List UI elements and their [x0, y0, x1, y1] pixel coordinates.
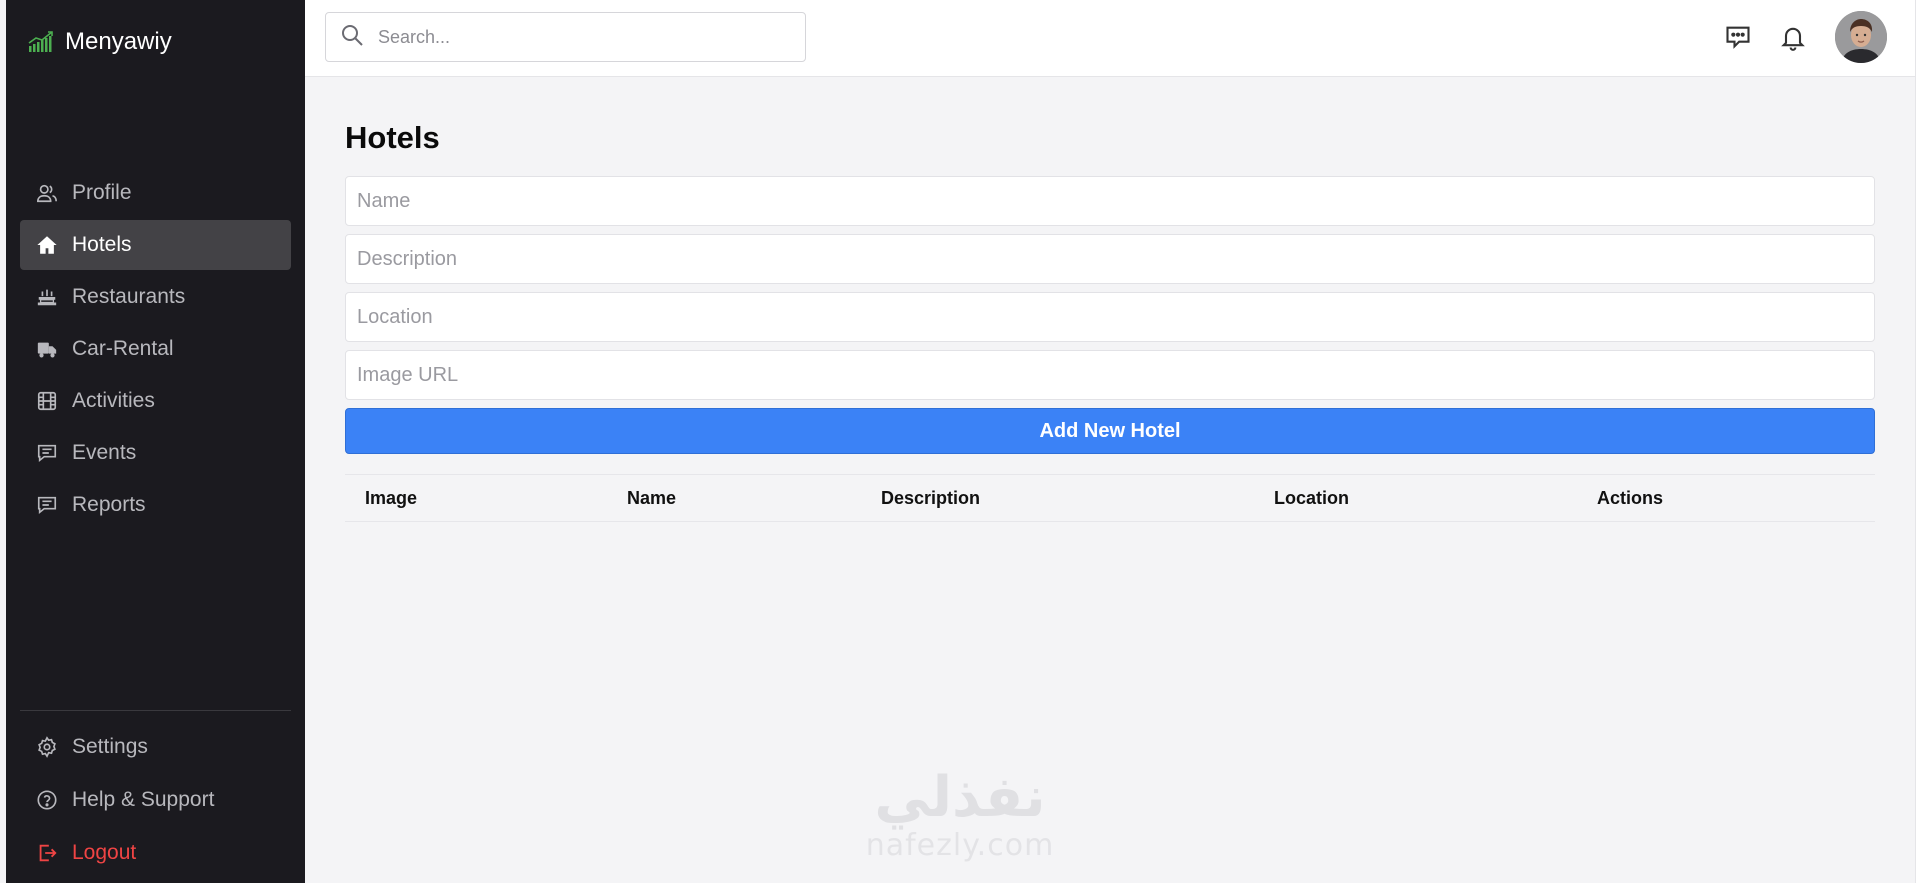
- sidebar-item-label: Profile: [72, 181, 132, 204]
- sidebar-item-restaurants[interactable]: Restaurants: [20, 272, 291, 322]
- restaurant-icon: [36, 286, 58, 308]
- sidebar-item-label: Restaurants: [72, 285, 186, 308]
- name-field[interactable]: [345, 176, 1875, 226]
- sidebar-item-activities[interactable]: Activities: [20, 376, 291, 426]
- sidebar-item-settings[interactable]: Settings: [20, 721, 291, 773]
- column-header-name[interactable]: Name: [627, 475, 676, 521]
- avatar[interactable]: [1835, 11, 1887, 63]
- column-header-description[interactable]: Description: [881, 475, 980, 521]
- image-url-input[interactable]: [357, 363, 1874, 387]
- add-new-hotel-button[interactable]: Add New Hotel: [345, 408, 1875, 454]
- location-input[interactable]: [357, 305, 1874, 329]
- sidebar-item-label: Activities: [72, 389, 155, 412]
- film-icon: [36, 390, 58, 412]
- bell-icon[interactable]: [1778, 22, 1808, 52]
- sidebar-item-label: Logout: [72, 841, 137, 864]
- gear-icon: [36, 736, 58, 758]
- sidebar-item-label: Settings: [72, 735, 148, 758]
- sidebar-bottom-nav: Settings Help & Support Logout: [20, 721, 291, 880]
- home-icon: [36, 234, 58, 256]
- description-field[interactable]: [345, 234, 1875, 284]
- column-header-image[interactable]: Image: [365, 475, 417, 521]
- truck-icon: [36, 338, 58, 360]
- location-field[interactable]: [345, 292, 1875, 342]
- hotels-table: Image Name Description Location Actions: [345, 474, 1875, 522]
- search-icon: [340, 23, 364, 52]
- help-icon: [36, 789, 58, 811]
- brand-name: Menyawiy: [65, 28, 172, 55]
- top-header: [305, 0, 1915, 77]
- name-input[interactable]: [357, 189, 1874, 213]
- user-icon: [36, 182, 58, 204]
- watermark-arabic: نفذلي: [874, 765, 1046, 830]
- sidebar-item-help[interactable]: Help & Support: [20, 774, 291, 826]
- right-edge: [1915, 0, 1920, 883]
- image-url-field[interactable]: [345, 350, 1875, 400]
- bar-chart-icon: [27, 28, 55, 56]
- watermark-latin: nafezly.com: [865, 828, 1055, 863]
- logout-icon: [36, 842, 58, 864]
- sidebar-item-car-rental[interactable]: Car-Rental: [20, 324, 291, 374]
- column-header-actions[interactable]: Actions: [1597, 475, 1663, 521]
- sidebar-item-hotels[interactable]: Hotels: [20, 220, 291, 270]
- chat-icon[interactable]: [1723, 22, 1753, 52]
- sidebar-item-reports[interactable]: Reports: [20, 480, 291, 530]
- sidebar-item-profile[interactable]: Profile: [20, 168, 291, 218]
- brand[interactable]: Menyawiy: [27, 28, 172, 56]
- watermark: نفذلي nafezly.com: [850, 768, 1070, 880]
- sidebar-item-label: Events: [72, 441, 137, 464]
- message-icon: [36, 494, 58, 516]
- search-bar[interactable]: [325, 12, 806, 62]
- description-input[interactable]: [357, 247, 1874, 271]
- sidebar-divider: [20, 710, 291, 711]
- sidebar: Menyawiy Profile Hotels Restaurants Car-…: [6, 0, 305, 883]
- sidebar-item-label: Car-Rental: [72, 337, 174, 360]
- sidebar-nav: Profile Hotels Restaurants Car-Rental Ac…: [20, 168, 291, 532]
- sidebar-item-events[interactable]: Events: [20, 428, 291, 478]
- main-content: Hotels Add New Hotel Image Name Descript…: [345, 100, 1875, 522]
- sidebar-item-logout[interactable]: Logout: [20, 827, 291, 879]
- sidebar-item-label: Help & Support: [72, 788, 215, 811]
- sidebar-item-label: Reports: [72, 493, 146, 516]
- sidebar-item-label: Hotels: [72, 233, 132, 256]
- page-title: Hotels: [345, 120, 440, 155]
- message-icon: [36, 442, 58, 464]
- search-input[interactable]: [378, 26, 778, 48]
- column-header-location[interactable]: Location: [1274, 475, 1349, 521]
